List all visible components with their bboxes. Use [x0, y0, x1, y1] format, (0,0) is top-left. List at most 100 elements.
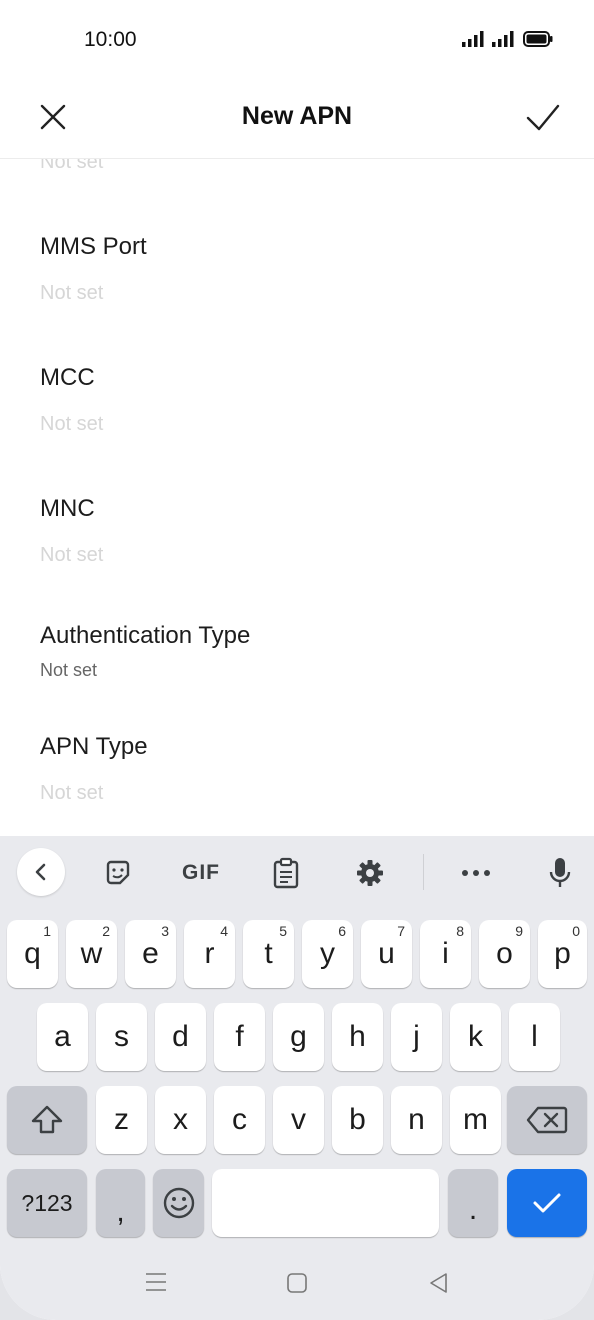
- key-x[interactable]: x: [155, 1086, 206, 1154]
- field-label: APN Type: [40, 733, 148, 760]
- key-p[interactable]: p0: [538, 920, 587, 988]
- key-a[interactable]: a: [37, 1003, 88, 1071]
- key-w[interactable]: w2: [66, 920, 117, 988]
- keyboard: GIF q 1 w 2 e 3 r 4 t 5 y 6 u 7 i 8 o 9 …: [0, 836, 594, 1320]
- field-value: Not set: [40, 660, 98, 680]
- status-bar: 10:00: [0, 0, 594, 80]
- key-v[interactable]: v: [273, 1086, 324, 1154]
- sticker-button[interactable]: [98, 850, 138, 896]
- field-label: MCC: [40, 364, 95, 391]
- space-key[interactable]: [212, 1169, 439, 1237]
- key-k[interactable]: k: [450, 1003, 501, 1071]
- app-header: New APN: [0, 80, 594, 159]
- key-hint: 9: [515, 923, 523, 939]
- authentication-type-field[interactable]: Authentication Type Not set: [40, 622, 250, 681]
- key-letter: e: [142, 937, 159, 970]
- key-letter: ,: [116, 1195, 125, 1228]
- key-letter: o: [496, 937, 513, 970]
- key-letter: u: [378, 937, 395, 970]
- field-label: Authentication Type: [40, 622, 251, 649]
- key-letter: i: [442, 937, 449, 970]
- save-check-icon[interactable]: [518, 94, 568, 140]
- key-m[interactable]: m: [450, 1086, 501, 1154]
- partial-field[interactable]: Not set: [40, 159, 103, 174]
- keyboard-toolbar: GIF: [0, 836, 594, 910]
- key-letter: r: [204, 937, 215, 970]
- toolbar-divider: [423, 854, 424, 890]
- key-letter: q: [24, 937, 41, 970]
- key-hint: 4: [220, 923, 228, 939]
- field-value: Not set: [40, 544, 104, 566]
- key-hint: 1: [43, 923, 51, 939]
- field-value: Not set: [40, 282, 104, 304]
- battery-icon: [523, 31, 553, 47]
- key-d[interactable]: d: [155, 1003, 206, 1071]
- mcc-field[interactable]: MCC Not set: [40, 364, 103, 436]
- key-r[interactable]: r4: [184, 920, 235, 988]
- emoji-key[interactable]: [153, 1169, 204, 1237]
- backspace-icon: [526, 1106, 568, 1134]
- status-time: 10:00: [84, 28, 137, 51]
- mms-port-field[interactable]: MMS Port Not set: [40, 233, 147, 305]
- key-l[interactable]: l: [509, 1003, 560, 1071]
- key-j[interactable]: j: [391, 1003, 442, 1071]
- screen: 10:00 New APN Not set MMS Port Not set M…: [0, 0, 594, 1320]
- key-q[interactable]: q1: [7, 920, 58, 988]
- comma-key[interactable]: ,: [96, 1169, 145, 1237]
- key-i[interactable]: i8: [420, 920, 471, 988]
- more-button[interactable]: [456, 850, 496, 896]
- clipboard-icon: [273, 857, 299, 889]
- key-hint: 3: [161, 923, 169, 939]
- field-value: Not set: [40, 782, 104, 804]
- key-o[interactable]: o9: [479, 920, 530, 988]
- field-label: MMS Port: [40, 233, 147, 260]
- field-label: MNC: [40, 495, 95, 522]
- symbols-key[interactable]: ?123: [7, 1169, 87, 1237]
- key-letter: y: [320, 937, 335, 970]
- apn-settings-list: Not set MMS Port Not set MCC Not set MNC…: [0, 159, 594, 836]
- settings-button[interactable]: [350, 850, 390, 896]
- backspace-key[interactable]: [507, 1086, 587, 1154]
- back-icon[interactable]: [428, 1272, 450, 1294]
- mnc-field[interactable]: MNC Not set: [40, 495, 103, 567]
- key-hint: 6: [338, 923, 346, 939]
- key-s[interactable]: s: [96, 1003, 147, 1071]
- key-letter: w: [80, 937, 103, 970]
- signal-icon: [462, 31, 484, 47]
- key-b[interactable]: b: [332, 1086, 383, 1154]
- key-n[interactable]: n: [391, 1086, 442, 1154]
- shift-key[interactable]: [7, 1086, 87, 1154]
- gear-icon: [357, 860, 383, 886]
- enter-key[interactable]: [507, 1169, 587, 1237]
- key-c[interactable]: c: [214, 1086, 265, 1154]
- apn-type-field[interactable]: APN Type Not set: [40, 733, 148, 805]
- key-y[interactable]: y6: [302, 920, 353, 988]
- key-f[interactable]: f: [214, 1003, 265, 1071]
- key-hint: 0: [572, 923, 580, 939]
- microphone-icon: [549, 858, 571, 887]
- key-e[interactable]: e3: [125, 920, 176, 988]
- toolbar-back-button[interactable]: [17, 848, 65, 896]
- key-u[interactable]: u7: [361, 920, 412, 988]
- sticker-icon: [106, 860, 130, 885]
- key-h[interactable]: h: [332, 1003, 383, 1071]
- clipboard-button[interactable]: [266, 850, 306, 896]
- key-hint: 7: [397, 923, 405, 939]
- key-t[interactable]: t5: [243, 920, 294, 988]
- key-letter: p: [554, 937, 571, 970]
- key-letter: .: [468, 1193, 478, 1226]
- home-icon[interactable]: [286, 1272, 308, 1294]
- field-value: Not set: [40, 413, 104, 435]
- key-z[interactable]: z: [96, 1086, 147, 1154]
- key-letter: t: [264, 937, 273, 970]
- voice-input-button[interactable]: [540, 850, 580, 896]
- menu-icon[interactable]: [145, 1272, 167, 1292]
- emoji-icon: [163, 1187, 194, 1219]
- key-hint: 8: [456, 923, 464, 939]
- key-g[interactable]: g: [273, 1003, 324, 1071]
- checkmark-icon: [533, 1193, 561, 1213]
- period-key[interactable]: .: [448, 1169, 498, 1237]
- chevron-left-icon: [35, 863, 46, 881]
- shift-icon: [31, 1105, 63, 1134]
- gif-button[interactable]: GIF: [176, 850, 226, 896]
